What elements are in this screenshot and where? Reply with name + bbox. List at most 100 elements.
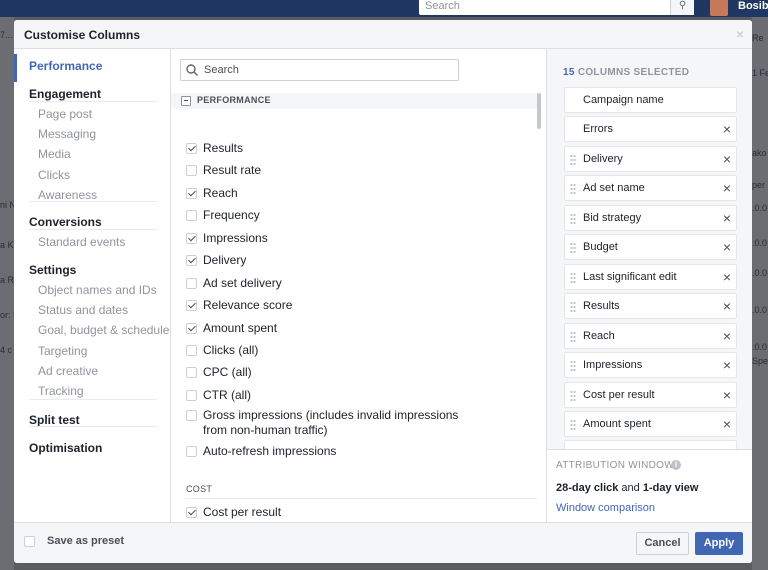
window-comparison-link[interactable]: Window comparison xyxy=(556,502,655,514)
nav-item-ad-creative[interactable]: Ad creative xyxy=(38,364,98,378)
cost-metric-row[interactable]: Cost per result xyxy=(186,505,281,520)
remove-icon[interactable]: × xyxy=(723,387,731,403)
metric-checkbox[interactable] xyxy=(186,390,197,401)
background-user-name[interactable]: Bosibo xyxy=(738,0,768,12)
nav-item-page-post[interactable]: Page post xyxy=(38,107,92,121)
remove-icon[interactable]: × xyxy=(723,269,731,285)
info-icon[interactable]: i xyxy=(671,460,681,470)
metric-row[interactable]: Delivery xyxy=(186,253,246,268)
drag-handle-icon[interactable] xyxy=(570,183,576,196)
nav-section-conversions[interactable]: Conversions xyxy=(29,215,102,229)
remove-icon[interactable]: × xyxy=(723,239,731,255)
metric-checkbox[interactable] xyxy=(186,446,197,457)
nav-section-settings[interactable]: Settings xyxy=(29,263,76,277)
remove-icon[interactable]: × xyxy=(723,298,731,314)
metric-checkbox[interactable] xyxy=(186,143,197,154)
metric-row[interactable]: Ad set delivery xyxy=(186,276,282,291)
nav-item-awareness[interactable]: Awareness xyxy=(38,188,97,202)
selected-column-item[interactable]: Reach × xyxy=(564,322,737,349)
selected-column-item[interactable]: Campaign name xyxy=(564,87,737,113)
save-as-preset-checkbox[interactable] xyxy=(24,536,35,547)
metric-row[interactable]: Result rate xyxy=(186,163,261,178)
search-input[interactable] xyxy=(180,59,459,81)
metric-checkbox[interactable] xyxy=(186,507,197,518)
metric-row[interactable]: Frequency xyxy=(186,208,260,223)
selected-column-item[interactable]: Errors × xyxy=(564,116,737,143)
scrollbar[interactable] xyxy=(537,93,541,129)
selected-column-item[interactable]: Cost per result × xyxy=(564,381,737,408)
search-text-field[interactable] xyxy=(204,62,454,78)
metric-row[interactable]: Amount spent xyxy=(186,321,277,336)
metric-checkbox[interactable] xyxy=(186,165,197,176)
background-cell-fragment: per xyxy=(752,180,766,190)
nav-item-goal-budget-schedule[interactable]: Goal, budget & schedule xyxy=(38,323,169,337)
nav-item-status-and-dates[interactable]: Status and dates xyxy=(38,303,128,317)
selected-column-item[interactable]: Bid strategy × xyxy=(564,204,737,231)
metric-checkbox[interactable] xyxy=(186,210,197,221)
avatar[interactable] xyxy=(710,0,728,16)
selected-column-item[interactable]: Impressions × xyxy=(564,352,737,379)
selected-column-item[interactable]: Delivery × xyxy=(564,145,737,172)
drag-handle-icon[interactable] xyxy=(570,212,576,225)
selected-column-item[interactable]: Amount spent × xyxy=(564,410,737,437)
metric-checkbox[interactable] xyxy=(186,410,197,421)
metric-checkbox[interactable] xyxy=(186,300,197,311)
divider xyxy=(186,498,537,499)
apply-button[interactable]: Apply xyxy=(695,532,743,555)
remove-icon[interactable]: × xyxy=(723,328,731,344)
nav-section-optimisation[interactable]: Optimisation xyxy=(29,441,102,455)
remove-icon[interactable]: × xyxy=(723,357,731,373)
nav-item-tracking[interactable]: Tracking xyxy=(38,384,84,398)
metric-row[interactable]: Reach xyxy=(186,186,238,201)
selected-count-suffix: COLUMNS SELECTED xyxy=(577,67,690,78)
nav-section-engagement[interactable]: Engagement xyxy=(29,87,101,101)
search-icon[interactable]: ⚲ xyxy=(670,0,694,15)
nav-item-standard-events[interactable]: Standard events xyxy=(38,235,125,249)
metric-row[interactable]: CTR (all) xyxy=(186,388,251,403)
metric-checkbox[interactable] xyxy=(186,278,197,289)
nav-section-performance[interactable]: Performance xyxy=(29,59,102,73)
drag-handle-icon[interactable] xyxy=(570,271,576,284)
close-icon[interactable]: × xyxy=(736,26,744,42)
nav-item-targeting[interactable]: Targeting xyxy=(38,344,87,358)
metric-checkbox[interactable] xyxy=(186,233,197,244)
drag-handle-icon[interactable] xyxy=(570,301,576,314)
metric-row[interactable]: Auto-refresh impressions xyxy=(186,444,336,459)
selected-column-item[interactable]: Results × xyxy=(564,293,737,320)
save-as-preset-label[interactable]: Save as preset xyxy=(47,535,124,547)
drag-handle-icon[interactable] xyxy=(570,153,576,166)
remove-icon[interactable]: × xyxy=(723,121,731,137)
metric-row[interactable]: CPC (all) xyxy=(186,365,252,380)
metric-row[interactable]: Gross impressions (includes invalid impr… xyxy=(186,408,458,438)
metric-checkbox[interactable] xyxy=(186,367,197,378)
collapse-icon[interactable] xyxy=(181,96,191,106)
remove-icon[interactable]: × xyxy=(723,210,731,226)
background-search-field[interactable]: Search ⚲ xyxy=(419,0,694,15)
metric-checkbox[interactable] xyxy=(186,255,197,266)
drag-handle-icon[interactable] xyxy=(570,418,576,431)
nav-item-media[interactable]: Media xyxy=(38,147,71,161)
selected-column-item[interactable]: Last significant edit × xyxy=(564,263,737,290)
metric-row[interactable]: Results xyxy=(186,141,243,156)
drag-handle-icon[interactable] xyxy=(570,242,576,255)
nav-item-object-names-and-ids[interactable]: Object names and IDs xyxy=(38,283,157,297)
metric-checkbox[interactable] xyxy=(186,188,197,199)
metric-row[interactable]: Impressions xyxy=(186,231,268,246)
nav-section-split-test[interactable]: Split test xyxy=(29,413,80,427)
performance-section-header[interactable]: PERFORMANCE xyxy=(171,93,537,109)
metric-checkbox[interactable] xyxy=(186,323,197,334)
drag-handle-icon[interactable] xyxy=(570,360,576,373)
metric-row[interactable]: Relevance score xyxy=(186,298,292,313)
remove-icon[interactable]: × xyxy=(723,151,731,167)
nav-item-clicks[interactable]: Clicks xyxy=(38,168,70,182)
metric-row[interactable]: Clicks (all) xyxy=(186,343,258,358)
drag-handle-icon[interactable] xyxy=(570,389,576,402)
selected-column-item[interactable]: Budget × xyxy=(564,234,737,261)
metric-checkbox[interactable] xyxy=(186,345,197,356)
drag-handle-icon[interactable] xyxy=(570,330,576,343)
remove-icon[interactable]: × xyxy=(723,180,731,196)
cancel-button[interactable]: Cancel xyxy=(636,532,689,555)
selected-column-item[interactable]: Ad set name × xyxy=(564,175,737,202)
remove-icon[interactable]: × xyxy=(723,416,731,432)
nav-item-messaging[interactable]: Messaging xyxy=(38,127,96,141)
